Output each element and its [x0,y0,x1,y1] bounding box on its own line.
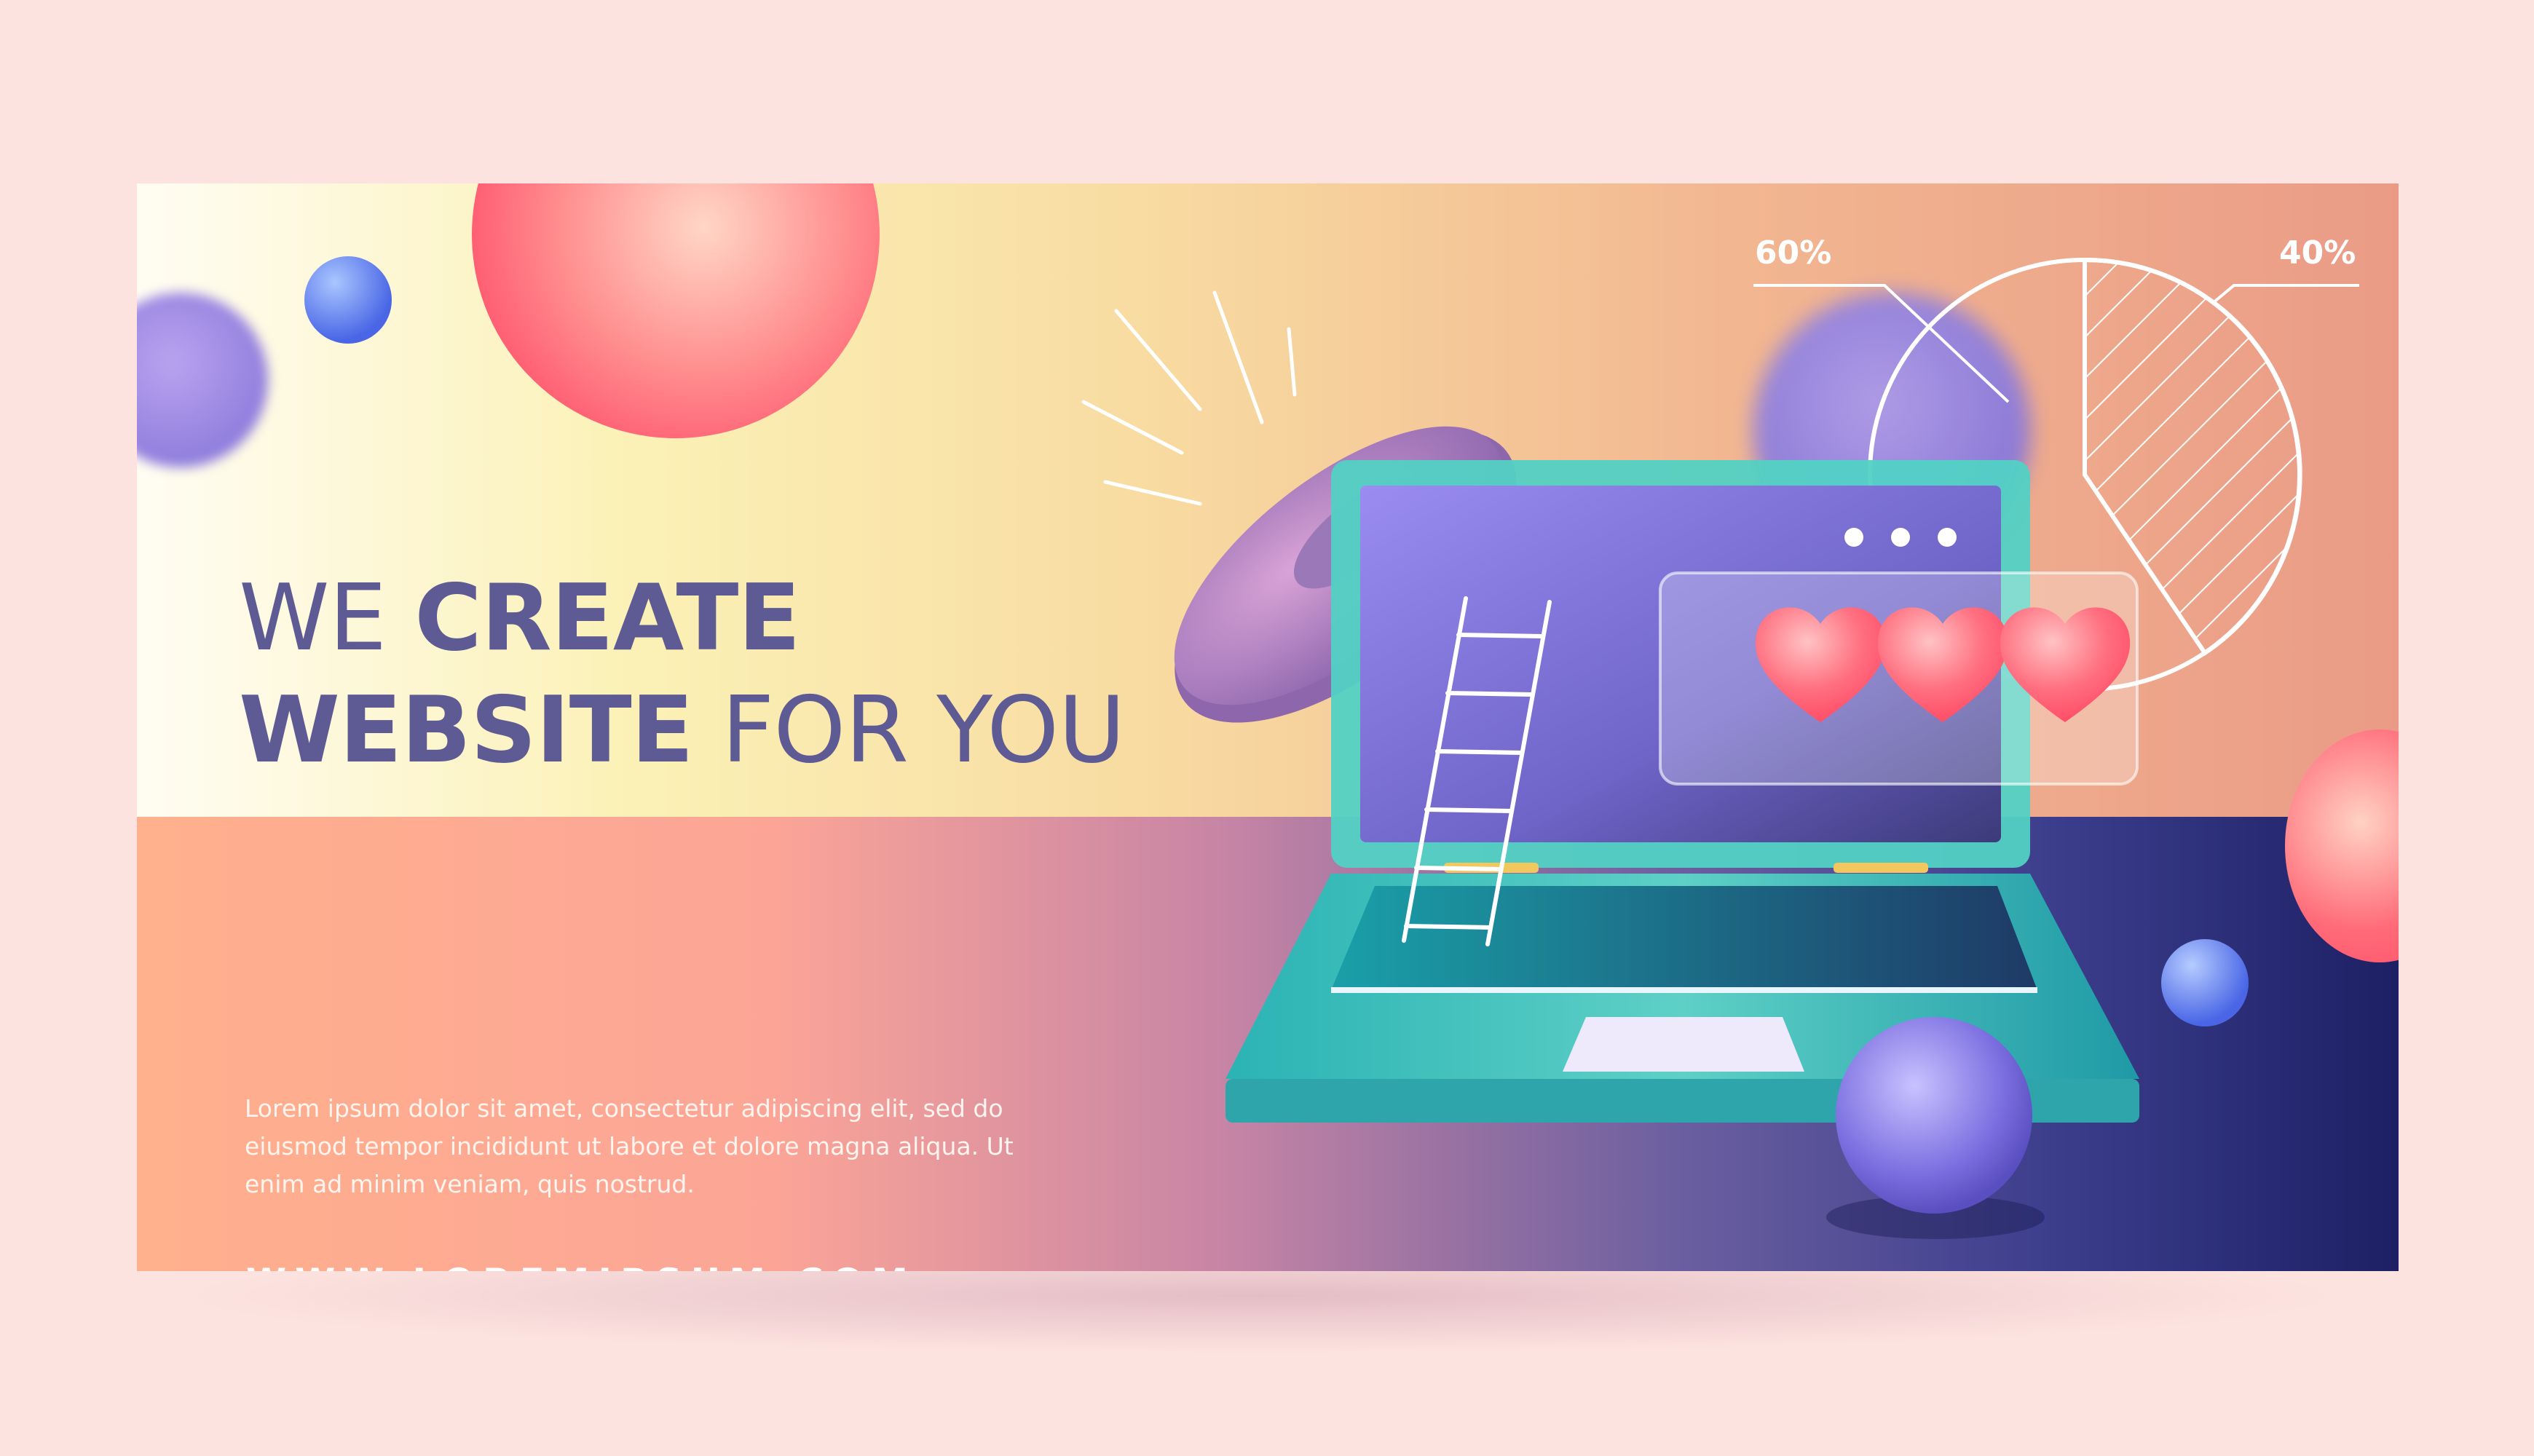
laptop-illustration [1081,257,2359,1239]
likes-card [1659,571,2139,786]
purple-sphere-front [1836,1017,2032,1214]
laptop-icon [1225,460,2139,1123]
banner: WE CREATE WEBSITE FOR YOU Lorem ipsum do… [137,183,2399,1271]
heart-icon [1755,607,2131,722]
spark-lines [1081,290,1297,506]
